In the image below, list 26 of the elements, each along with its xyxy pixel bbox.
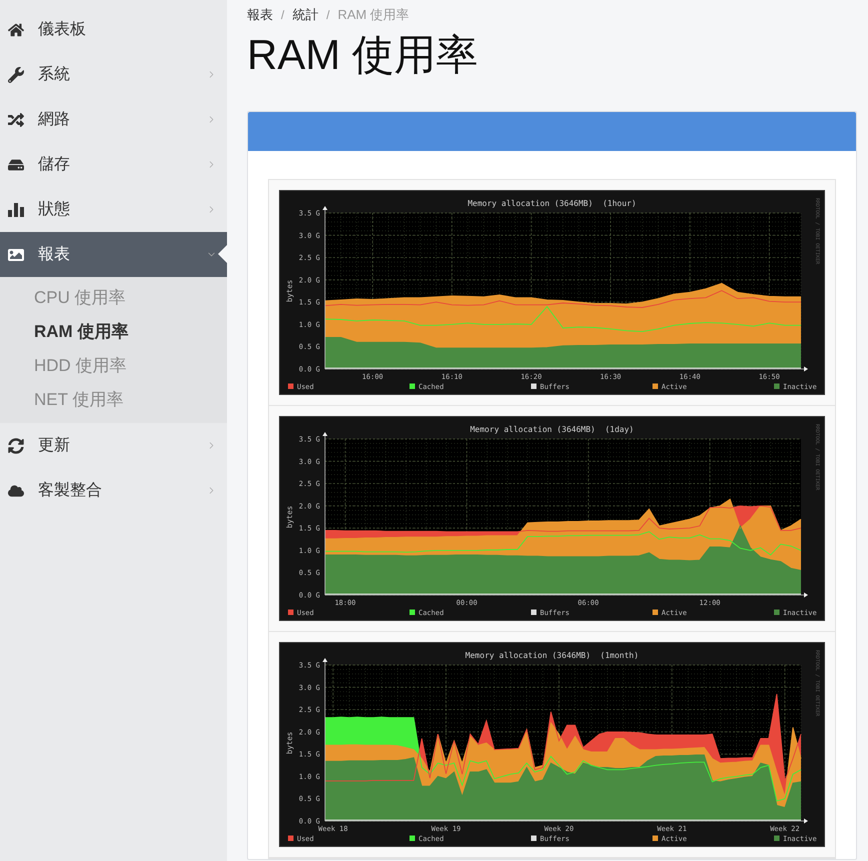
chart-title: Memory allocation (3646MB) (1hour): [468, 199, 636, 208]
chart-title: Memory allocation (3646MB) (1month): [465, 651, 639, 660]
submenu-item[interactable]: RAM 使用率: [0, 315, 227, 349]
page-title: RAM 使用率: [247, 34, 479, 76]
breadcrumb-link[interactable]: 報表: [247, 4, 273, 24]
sidebar-item[interactable]: 客製整合: [0, 468, 227, 513]
hard-drive-icon: [8, 156, 24, 172]
chart-title: Memory allocation (3646MB) (1day): [470, 425, 634, 434]
bar-chart-icon: [8, 202, 24, 218]
home-icon: [8, 22, 24, 38]
cloud-icon: [8, 482, 24, 498]
breadcrumb-separator: /: [281, 6, 284, 24]
sidebar-item[interactable]: 系統: [0, 52, 227, 97]
wrench-icon: [8, 66, 24, 82]
refresh-icon: [8, 438, 24, 454]
breadcrumb-current: RAM 使用率: [338, 6, 410, 24]
sidebar-item[interactable]: 網路: [0, 97, 227, 142]
sidebar-item[interactable]: 儀表板: [0, 7, 227, 52]
sidebar-item[interactable]: 報表: [0, 232, 227, 277]
shuffle-icon: [8, 112, 24, 128]
image-icon: [8, 246, 24, 262]
sidebar-item[interactable]: 更新: [0, 423, 227, 468]
sidebar-item[interactable]: 儲存: [0, 142, 227, 187]
breadcrumb-separator: /: [326, 6, 330, 24]
sidebar-item[interactable]: 狀態: [0, 187, 227, 232]
breadcrumb-link[interactable]: 統計: [292, 4, 318, 24]
